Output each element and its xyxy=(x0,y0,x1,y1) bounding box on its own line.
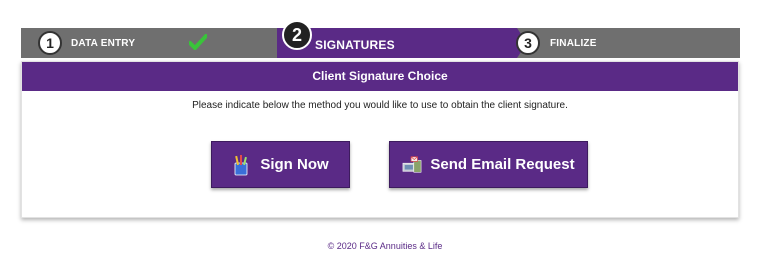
step-3-label: FINALIZE xyxy=(550,38,597,49)
signature-choice-panel: Client Signature Choice Please indicate … xyxy=(21,61,739,218)
sign-now-label: Sign Now xyxy=(260,156,329,173)
instructions-text: Please indicate below the method you wou… xyxy=(192,100,568,111)
sign-now-button[interactable]: Sign Now xyxy=(211,141,350,188)
progress-stepper: 1 DATA ENTRY 2 SIGNATURES 3 FINALIZE xyxy=(21,20,740,58)
send-email-request-button[interactable]: Send Email Request xyxy=(389,141,588,188)
mail-computer-icon xyxy=(403,155,422,173)
send-email-request-label: Send Email Request xyxy=(430,156,575,173)
checkmark-icon xyxy=(189,34,207,50)
pen-cup-icon xyxy=(234,154,248,175)
panel-title: Client Signature Choice xyxy=(22,62,738,91)
step-2-label: SIGNATURES xyxy=(315,38,395,52)
step-1-number: 1 xyxy=(38,31,62,55)
step-2-number: 2 xyxy=(282,20,312,50)
footer-copyright: © 2020 F&G Annuities & Life xyxy=(327,241,443,251)
step-1-label: DATA ENTRY xyxy=(71,38,136,49)
step-3-number: 3 xyxy=(516,31,540,55)
